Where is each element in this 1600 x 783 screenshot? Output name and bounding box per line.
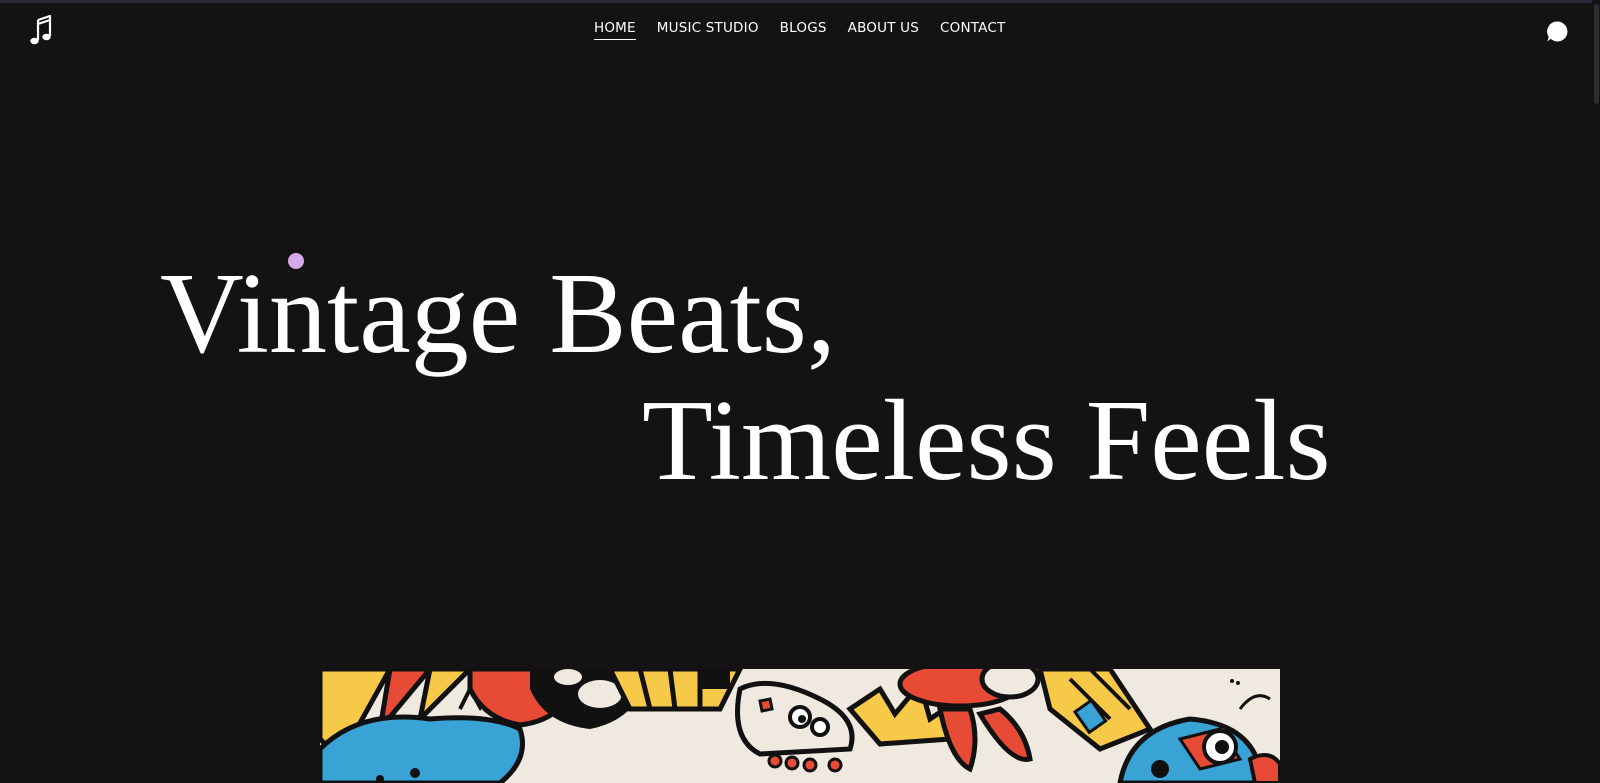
scrollbar[interactable] (1592, 0, 1600, 783)
music-note-icon[interactable] (28, 14, 54, 46)
hero-title-line-2: Timeless Feels (642, 377, 1331, 505)
nav-blogs[interactable]: BLOGS (780, 20, 827, 40)
scrollbar-thumb[interactable] (1594, 4, 1599, 104)
nav-music-studio[interactable]: MUSIC STUDIO (657, 20, 759, 40)
window-top-border (0, 0, 1600, 3)
nav-home[interactable]: HOME (594, 20, 636, 40)
main-nav: HOME MUSIC STUDIO BLOGS ABOUT US CONTACT (594, 20, 1005, 40)
hero-illustration (320, 669, 1280, 783)
hero-illustration-artwork (320, 669, 1280, 783)
nav-about-us[interactable]: ABOUT US (848, 20, 919, 40)
hero-title-line-1: Vintage Beats, (160, 250, 836, 378)
chat-bubble-icon[interactable] (1546, 20, 1569, 43)
nav-contact[interactable]: CONTACT (940, 20, 1005, 40)
